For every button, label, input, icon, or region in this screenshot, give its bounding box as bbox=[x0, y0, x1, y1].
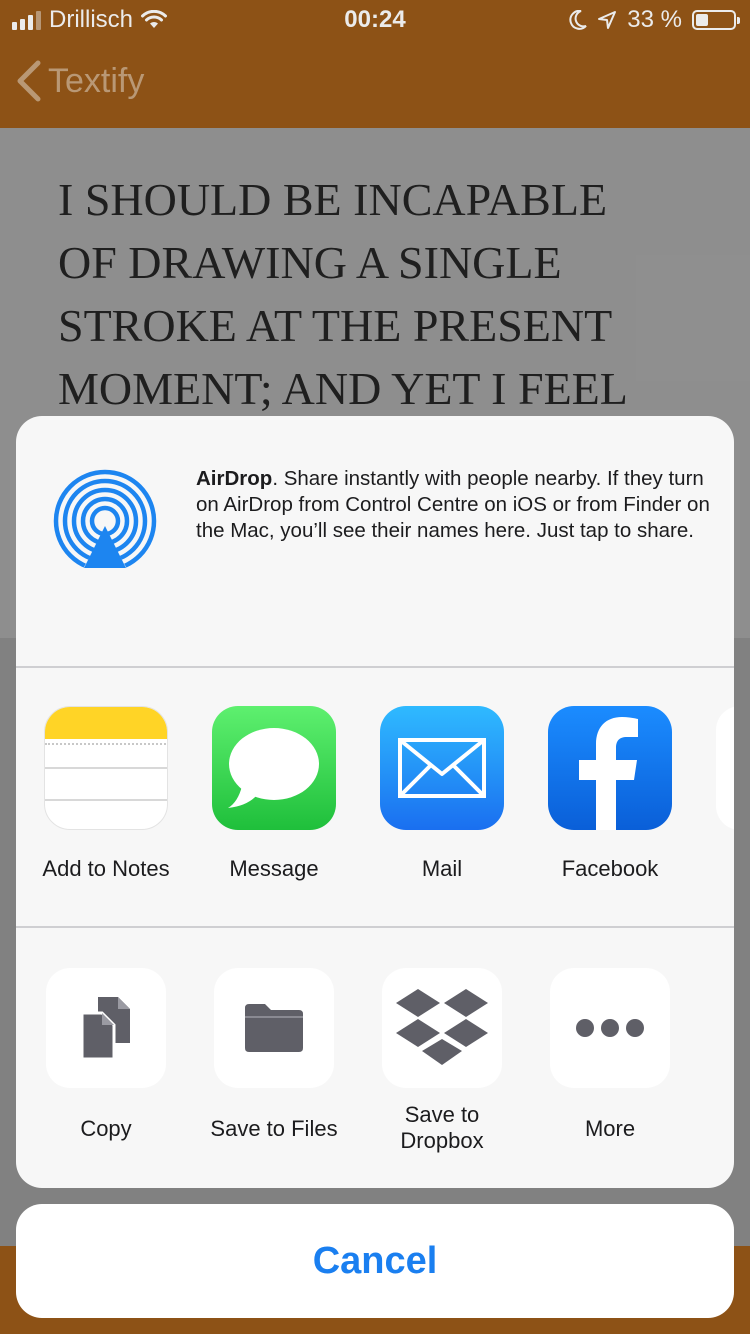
dropbox-icon bbox=[382, 968, 502, 1088]
folder-icon bbox=[214, 968, 334, 1088]
cancel-button[interactable]: Cancel bbox=[16, 1204, 734, 1318]
action-label: More bbox=[584, 1116, 636, 1141]
action-save-to-dropbox[interactable]: Save to Dropbox bbox=[357, 968, 527, 1154]
action-label: Save to Dropbox bbox=[400, 1102, 484, 1153]
facebook-icon bbox=[548, 706, 672, 830]
share-apps-row: Add to Notes Message Mail Facebook bbox=[16, 668, 734, 926]
share-sheet: AirDrop. Share instantly with people nea… bbox=[16, 416, 734, 1188]
airdrop-body: . Share instantly with people nearby. If… bbox=[196, 467, 710, 542]
more-icon bbox=[550, 968, 670, 1088]
mail-icon bbox=[380, 706, 504, 830]
app-label: Add to Notes bbox=[42, 856, 170, 881]
action-more[interactable]: More bbox=[525, 968, 695, 1142]
share-app-mail[interactable]: Mail bbox=[357, 706, 527, 882]
share-app-partial[interactable] bbox=[716, 706, 734, 830]
airdrop-icon bbox=[53, 469, 157, 573]
action-save-to-files[interactable]: Save to Files bbox=[189, 968, 359, 1142]
copy-icon bbox=[46, 968, 166, 1088]
airdrop-description: AirDrop. Share instantly with people nea… bbox=[196, 466, 716, 544]
action-label: Save to Files bbox=[210, 1116, 338, 1141]
action-copy[interactable]: Copy bbox=[21, 968, 191, 1142]
app-label: Facebook bbox=[561, 856, 659, 881]
share-actions-row: Copy Save to Files Save to Dropbox More bbox=[16, 928, 734, 1188]
app-label: Mail bbox=[421, 856, 463, 881]
share-app-notes[interactable]: Add to Notes bbox=[21, 706, 191, 882]
notes-icon bbox=[44, 706, 168, 830]
share-app-messages[interactable]: Message bbox=[189, 706, 359, 882]
action-label: Copy bbox=[80, 1116, 132, 1141]
app-label: Message bbox=[229, 856, 319, 881]
airdrop-section[interactable]: AirDrop. Share instantly with people nea… bbox=[16, 416, 734, 666]
share-app-facebook[interactable]: Facebook bbox=[525, 706, 695, 882]
airdrop-title: AirDrop bbox=[196, 467, 273, 490]
messages-icon bbox=[212, 706, 336, 830]
